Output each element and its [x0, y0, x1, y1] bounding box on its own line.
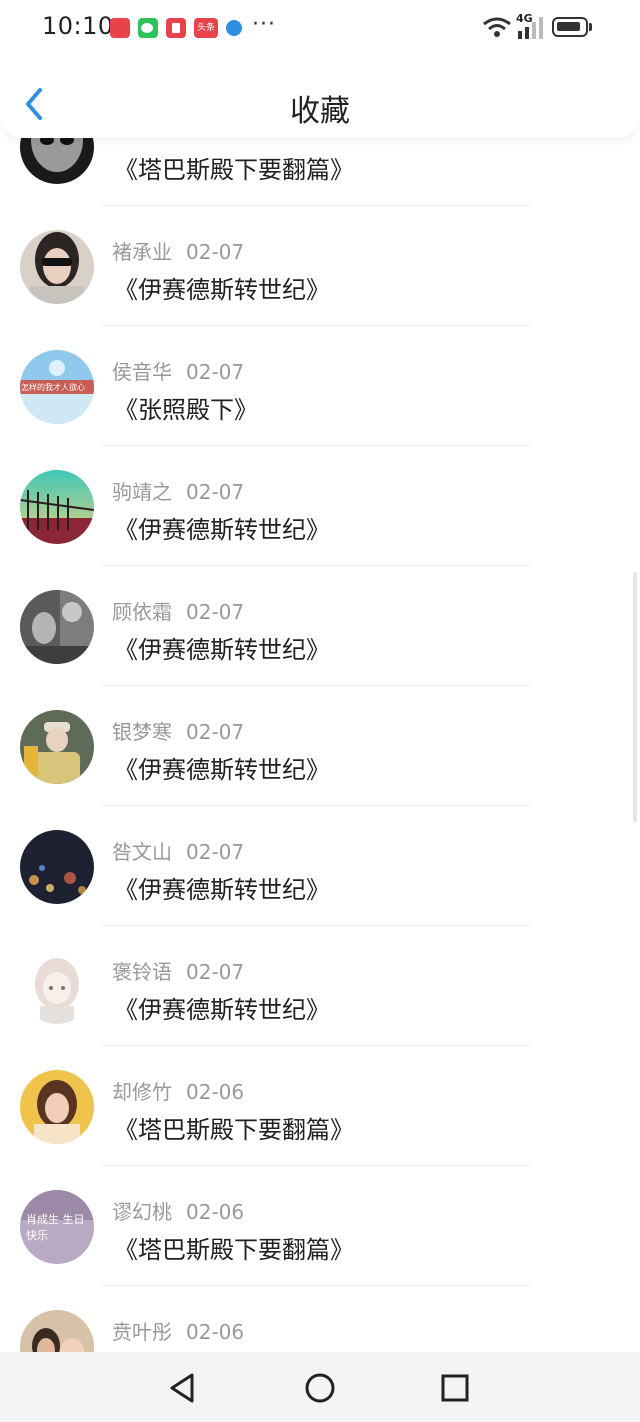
status-bar: 10:10 头条 ··· 4G [0, 0, 640, 56]
list-item[interactable]: 驹靖之 02-07 《伊赛德斯转世纪》 [0, 446, 640, 566]
more-notifications-icon: ··· [252, 12, 276, 37]
home-circle-icon[interactable] [303, 1371, 337, 1405]
avatar: 怎样的我才人欲心 [20, 350, 94, 424]
avatar: 肖成生 生日快乐 [20, 1190, 94, 1264]
news-app-icon [110, 18, 130, 38]
wifi-icon [483, 17, 511, 37]
user-name: 褚承业 [112, 240, 172, 264]
avatar [20, 950, 94, 1024]
item-date: 02-06 [186, 1200, 245, 1224]
item-meta: 银梦寒 02-07 [112, 716, 244, 745]
avatar [20, 830, 94, 904]
book-title[interactable]: 《伊赛德斯转世纪》 [114, 870, 330, 905]
list-item[interactable]: 咎文山 02-07 《伊赛德斯转世纪》 [0, 806, 640, 926]
signal-icon [518, 17, 543, 39]
user-name: 顾依霜 [112, 600, 172, 624]
system-nav-bar [0, 1352, 640, 1422]
item-meta: 咎文山 02-07 [112, 836, 244, 865]
avatar-caption: 肖成生 生日快乐 [26, 1213, 85, 1242]
app-header: 收藏 [0, 56, 640, 138]
book-title[interactable]: 《伊赛德斯转世纪》 [114, 990, 330, 1025]
book-title[interactable]: 《伊赛德斯转世纪》 [114, 270, 330, 305]
clock: 10:10 [42, 12, 114, 40]
list-item[interactable]: 银梦寒 02-07 《伊赛德斯转世纪》 [0, 686, 640, 806]
item-meta: 谬幻桃 02-06 [112, 1196, 244, 1225]
avatar [20, 710, 94, 784]
item-date: 02-07 [186, 960, 245, 984]
book-title[interactable]: 《塔巴斯殿下要翻篇》 [114, 1230, 354, 1265]
item-meta: 顾依霜 02-07 [112, 596, 244, 625]
avatar [20, 470, 94, 544]
list-item[interactable]: 肖成生 生日快乐 谬幻桃 02-06 《塔巴斯殿下要翻篇》 [0, 1166, 640, 1286]
list-item[interactable]: 褚承业 02-07 《伊赛德斯转世纪》 [0, 206, 640, 326]
user-name: 却修竹 [112, 1080, 172, 1104]
user-name: 贲叶彤 [112, 1320, 172, 1344]
item-meta: 侯音华 02-07 [112, 356, 244, 385]
item-meta: 却修竹 02-06 [112, 1076, 244, 1105]
user-name: 侯音华 [112, 360, 172, 384]
item-meta: 褒铃语 02-07 [112, 956, 244, 985]
user-name: 银梦寒 [112, 720, 172, 744]
list-item[interactable]: 却修竹 02-06 《塔巴斯殿下要翻篇》 [0, 1046, 640, 1166]
book-title[interactable]: 《张照殿下》 [114, 390, 258, 425]
wechat-icon [138, 18, 158, 38]
item-date: 02-07 [186, 240, 245, 264]
avatar-caption: 怎样的我才人欲心 [21, 383, 85, 392]
user-name: 褒铃语 [112, 960, 172, 984]
list-item[interactable]: 褒铃语 02-07 《伊赛德斯转世纪》 [0, 926, 640, 1046]
battery-tip [589, 23, 592, 31]
item-date: 02-06 [186, 1320, 245, 1344]
item-date: 02-07 [186, 360, 245, 384]
user-name: 谬幻桃 [112, 1200, 172, 1224]
book-title[interactable]: 《伊赛德斯转世纪》 [114, 750, 330, 785]
list-item[interactable]: 贲叶彤 02-06 [0, 1286, 640, 1352]
toutiao-icon: 头条 [194, 18, 218, 38]
book-title[interactable]: 《伊赛德斯转世纪》 [114, 630, 330, 665]
item-date: 02-06 [186, 1080, 245, 1104]
page-title: 收藏 [290, 94, 350, 129]
list-item[interactable]: 顾依霜 02-07 《伊赛德斯转世纪》 [0, 566, 640, 686]
book-title[interactable]: 《塔巴斯殿下要翻篇》 [114, 1110, 354, 1145]
recents-square-icon[interactable] [438, 1371, 472, 1405]
favorites-list: 《塔巴斯殿下要翻篇》 褚承业 02-07 《伊赛德斯转世纪》 怎样的我才人欲心 … [0, 0, 640, 1352]
user-name: 咎文山 [112, 840, 172, 864]
item-date: 02-07 [186, 600, 245, 624]
browser-icon [226, 20, 242, 36]
back-triangle-icon[interactable] [166, 1371, 200, 1405]
item-date: 02-07 [186, 720, 245, 744]
battery-icon [552, 17, 588, 37]
avatar [20, 590, 94, 664]
red-app-icon [166, 18, 186, 38]
book-title[interactable]: 《塔巴斯殿下要翻篇》 [114, 150, 354, 185]
toutiao-badge-text: 头条 [196, 23, 215, 33]
list-item[interactable]: 怎样的我才人欲心 侯音华 02-07 《张照殿下》 [0, 326, 640, 446]
item-meta: 贲叶彤 02-06 [112, 1316, 244, 1345]
item-meta: 驹靖之 02-07 [112, 476, 244, 505]
scrollbar[interactable] [633, 572, 637, 822]
avatar [20, 1310, 94, 1352]
item-date: 02-07 [186, 480, 245, 504]
item-meta: 褚承业 02-07 [112, 236, 244, 265]
user-name: 驹靖之 [112, 480, 172, 504]
avatar [20, 230, 94, 304]
avatar [20, 1070, 94, 1144]
book-title[interactable]: 《伊赛德斯转世纪》 [114, 510, 330, 545]
item-date: 02-07 [186, 840, 245, 864]
